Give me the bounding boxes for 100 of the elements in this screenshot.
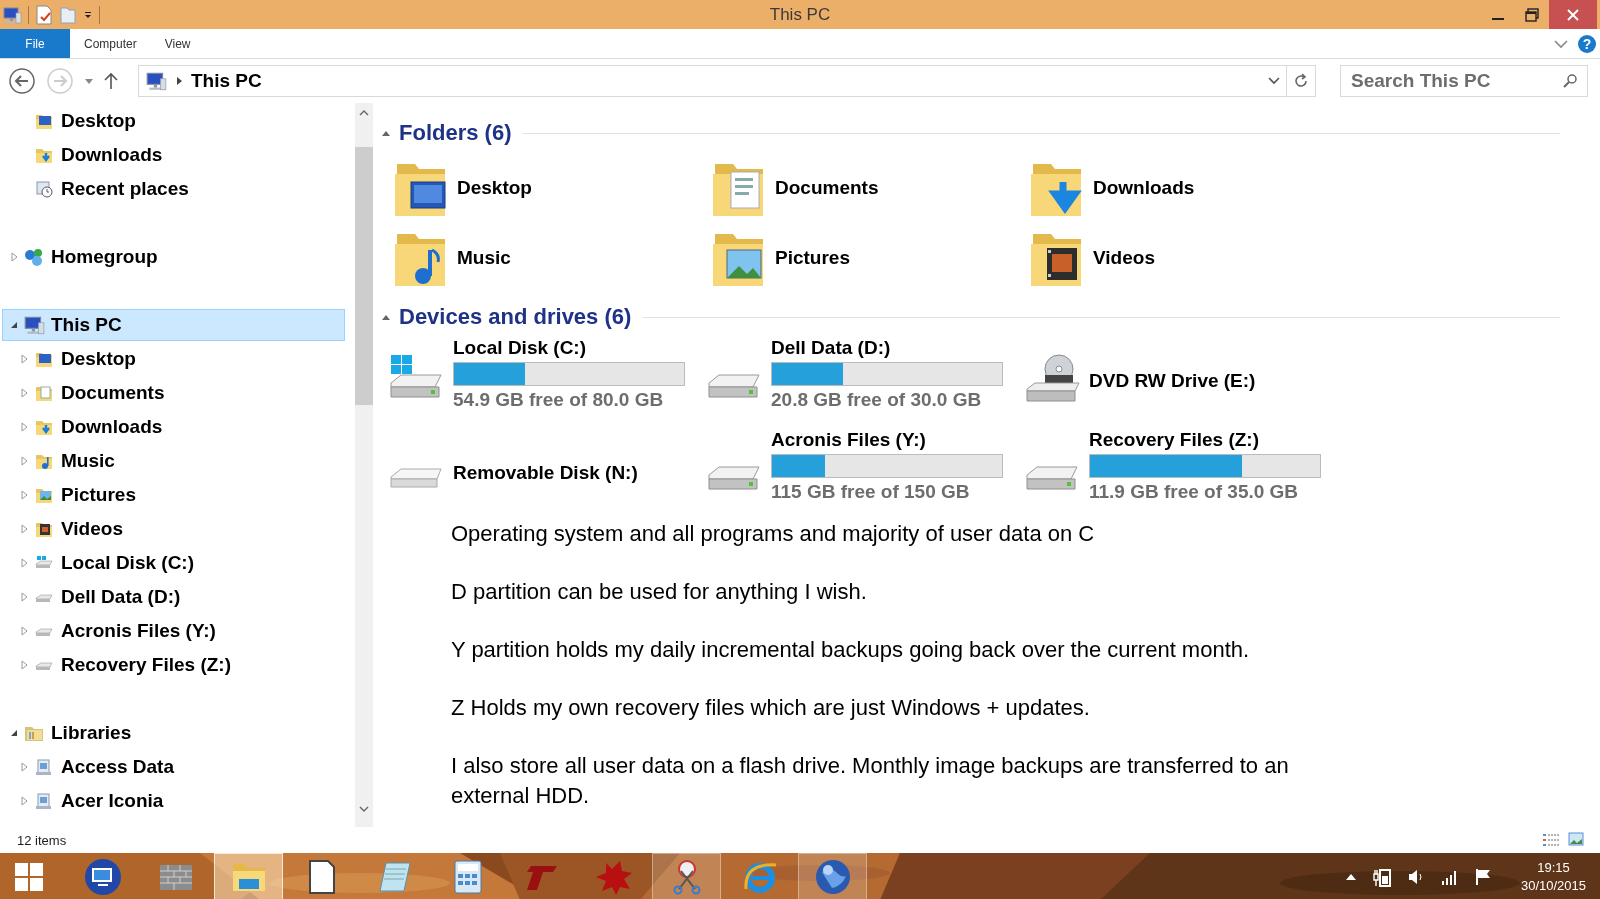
restore-icon[interactable] <box>1525 7 1539 22</box>
tree-item[interactable]: Local Disk (C:) <box>2 547 345 579</box>
drive-name[interactable]: Dell Data (D:) <box>771 337 1003 359</box>
tree-item[interactable]: Recent places <box>2 173 345 205</box>
tree-item[interactable]: Libraries <box>2 717 345 749</box>
folder-name[interactable]: Documents <box>775 177 879 199</box>
expand-ribbon-icon[interactable] <box>1554 38 1568 49</box>
scrollbar-thumb[interactable] <box>355 147 373 405</box>
folder-name[interactable]: Desktop <box>457 177 532 199</box>
expand-arrow-icon[interactable] <box>19 558 29 568</box>
tree-item[interactable]: Access Data <box>2 751 345 783</box>
expand-arrow-icon[interactable] <box>19 456 29 466</box>
folder-icon <box>34 383 54 403</box>
drive-name[interactable]: DVD RW Drive (E:) <box>1089 370 1256 392</box>
clock-time: 19:15 <box>1537 858 1570 877</box>
tree-item[interactable]: Videos <box>2 513 345 545</box>
folder-name[interactable]: Pictures <box>775 247 850 269</box>
drive-name[interactable]: Acronis Files (Y:) <box>771 429 1003 451</box>
scroll-up-icon[interactable] <box>359 109 369 117</box>
expand-arrow-icon[interactable] <box>19 592 29 602</box>
file-menu-button[interactable]: File <box>0 29 70 58</box>
annotation-text: Y partition holds my daily incremental backups going back over the current month. <box>451 636 1251 664</box>
group-header[interactable]: Devices and drives (6) <box>399 304 632 330</box>
close-icon[interactable] <box>1567 8 1579 21</box>
search-field[interactable]: Search This PC <box>1340 65 1588 97</box>
computer-icon <box>23 314 45 336</box>
folder-name[interactable]: Videos <box>1093 247 1155 269</box>
free-space-text: 115 GB free of 150 GB <box>771 481 971 503</box>
ribbon-tab[interactable]: View <box>150 29 205 58</box>
tree-item[interactable]: Homegroup <box>2 241 345 273</box>
recent-places-icon <box>34 179 54 199</box>
library-icon <box>34 791 54 811</box>
large-icons-view-icon[interactable] <box>1568 832 1584 846</box>
expand-arrow-icon[interactable] <box>19 796 29 806</box>
speaker-icon[interactable] <box>1406 867 1425 886</box>
drive-name[interactable]: Recovery Files (Z:) <box>1089 429 1321 451</box>
free-space-text: 54.9 GB free of 80.0 GB <box>453 389 665 411</box>
address-path[interactable]: This PC <box>191 70 262 92</box>
free-space-text: 11.9 GB free of 35.0 GB <box>1089 481 1300 503</box>
flag-icon[interactable] <box>1474 867 1493 886</box>
expand-arrow-icon[interactable] <box>19 422 29 432</box>
folder-name[interactable]: Music <box>457 247 511 269</box>
tree-item[interactable]: Recovery Files (Z:) <box>2 649 345 681</box>
ribbon-tab[interactable]: Computer <box>70 29 151 58</box>
expand-arrow-icon[interactable] <box>9 252 19 262</box>
tree-item[interactable]: Downloads <box>2 139 345 171</box>
tree-item[interactable]: Pictures <box>2 479 345 511</box>
folder-name[interactable]: Downloads <box>1093 177 1195 199</box>
free-space-text: 20.8 GB free of 30.0 GB <box>771 389 983 411</box>
recent-locations-icon[interactable] <box>84 77 94 85</box>
document-icon[interactable] <box>307 859 336 894</box>
expand-arrow-icon[interactable] <box>19 490 29 500</box>
close-button[interactable] <box>1549 0 1597 29</box>
scroll-down-icon[interactable] <box>359 805 369 813</box>
calculator-icon[interactable] <box>453 859 482 894</box>
tree-item[interactable]: This PC <box>2 309 345 341</box>
breadcrumb-arrow-icon[interactable] <box>175 76 183 86</box>
address-field[interactable]: This PC <box>138 65 1316 97</box>
tree-item[interactable]: Acronis Files (Y:) <box>2 615 345 647</box>
customize-dropdown-icon[interactable] <box>83 9 93 20</box>
computer-icon <box>2 4 22 25</box>
tree-item[interactable]: Desktop <box>2 105 345 137</box>
tree-item[interactable]: Music <box>2 445 345 477</box>
search-icon[interactable] <box>1562 73 1578 89</box>
properties-icon[interactable] <box>35 4 53 25</box>
item-count: 12 items <box>17 832 67 848</box>
annotation-text: Z Holds my own recovery files which are just Windows + updates. <box>451 694 1091 722</box>
notepad-icon[interactable] <box>377 860 412 893</box>
expand-arrow-icon[interactable] <box>19 354 29 364</box>
expand-arrow-icon[interactable] <box>19 524 29 534</box>
taskbar-button[interactable] <box>798 853 867 899</box>
taskbar-button[interactable] <box>652 853 721 899</box>
expand-arrow-icon[interactable] <box>19 388 29 398</box>
expand-arrow-icon[interactable] <box>19 626 29 636</box>
monitor-icon[interactable] <box>83 857 122 896</box>
tree-item[interactable]: Acer Iconia <box>2 785 345 817</box>
tree-item[interactable]: Dell Data (D:) <box>2 581 345 613</box>
tree-item[interactable]: Desktop <box>2 343 345 375</box>
refresh-icon[interactable] <box>1293 72 1309 90</box>
expand-arrow-icon[interactable] <box>19 660 29 670</box>
details-view-icon[interactable] <box>1542 832 1560 848</box>
group-header[interactable]: Folders (6) <box>399 120 512 146</box>
tree-item[interactable]: Documents <box>2 377 345 409</box>
clock[interactable]: 19:15 30/10/2015 <box>1520 858 1586 895</box>
annotation-text: D partition can be used for anything I wish. <box>451 578 868 606</box>
expand-arrow-icon[interactable] <box>19 762 29 772</box>
back-button[interactable] <box>8 67 36 95</box>
annotation-text: I also store all user data on a flash drive. Monthly image backups are transferred to an external HDD. <box>451 752 1290 810</box>
drive-name[interactable]: Removable Disk (N:) <box>453 462 638 484</box>
homegroup-icon <box>23 247 45 267</box>
windows-logo-icon[interactable] <box>14 861 44 892</box>
drive-name[interactable]: Local Disk (C:) <box>453 337 685 359</box>
tree-item[interactable]: Downloads <box>2 411 345 443</box>
collapse-arrow-icon[interactable] <box>9 728 19 738</box>
up-arrow-icon[interactable] <box>104 72 118 90</box>
globe-icon[interactable] <box>813 857 852 896</box>
help-button[interactable]: ? <box>1578 34 1596 53</box>
show-hidden-icons-icon[interactable] <box>1344 872 1357 881</box>
clock-date: 30/10/2015 <box>1520 876 1586 895</box>
collapse-arrow-icon[interactable] <box>9 320 19 330</box>
